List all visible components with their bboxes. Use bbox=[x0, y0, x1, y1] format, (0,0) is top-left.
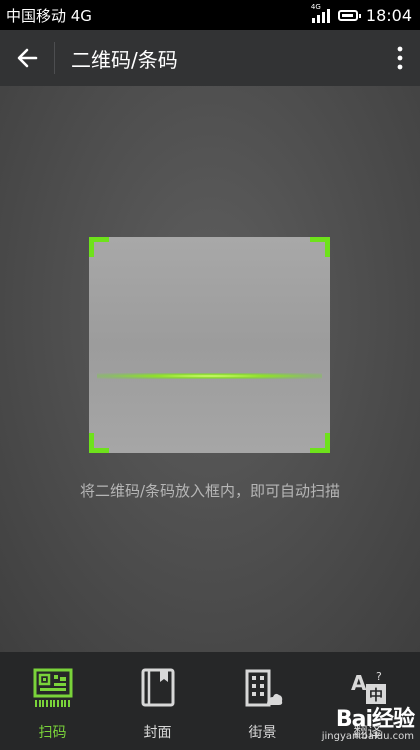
svg-text:A: A bbox=[351, 671, 367, 695]
street-building-icon bbox=[243, 668, 283, 708]
app-bar-divider bbox=[54, 42, 55, 74]
book-icon bbox=[138, 668, 178, 708]
watermark-logo: Bai经验 bbox=[335, 707, 415, 732]
status-bar: 中国移动 4G 4G 18:04 bbox=[0, 0, 420, 30]
baidu-jingyan-watermark: Bai经验 jingyan.baidu.com bbox=[321, 701, 415, 742]
bottom-tab-bar: 扫码 封面 街景 A 中 ? 翻译 Bai经验 jingyan.baidu.co… bbox=[0, 652, 420, 750]
carrier-label: 中国移动 4G bbox=[6, 6, 92, 25]
battery-icon bbox=[337, 9, 361, 21]
more-menu-button[interactable] bbox=[380, 30, 420, 86]
page-title: 二维码/条码 bbox=[71, 47, 178, 72]
status-icons: 4G 18:04 bbox=[311, 3, 412, 25]
tab-scan[interactable]: 扫码 bbox=[0, 652, 105, 750]
scan-hint: 将二维码/条码放入框内，即可自动扫描 bbox=[79, 482, 341, 500]
more-vert-icon bbox=[397, 46, 403, 70]
scan-line bbox=[97, 373, 322, 379]
clock: 18:04 bbox=[365, 5, 412, 25]
back-button[interactable] bbox=[0, 30, 54, 86]
scan-corner-top-left bbox=[89, 237, 109, 257]
tab-label: 街景 bbox=[248, 725, 277, 741]
arrow-left-icon bbox=[17, 48, 38, 68]
tab-street-view[interactable]: 街景 bbox=[210, 652, 315, 750]
scan-frame bbox=[89, 237, 330, 453]
tab-label: 扫码 bbox=[38, 725, 67, 741]
signal-icon: 4G bbox=[311, 3, 330, 23]
camera-viewfinder: 将二维码/条码放入框内，即可自动扫描 bbox=[0, 86, 420, 652]
scan-corner-bottom-left bbox=[89, 433, 109, 453]
tab-label: 封面 bbox=[143, 725, 172, 741]
tab-cover[interactable]: 封面 bbox=[105, 652, 210, 750]
watermark-url: jingyan.baidu.com bbox=[321, 731, 414, 742]
scan-corner-top-right bbox=[310, 237, 330, 257]
app-bar: 二维码/条码 bbox=[0, 30, 420, 86]
svg-text:?: ? bbox=[376, 670, 382, 683]
qr-scan-icon bbox=[33, 668, 73, 708]
scan-corner-bottom-right bbox=[310, 433, 330, 453]
network-badge: 4G bbox=[310, 3, 321, 11]
